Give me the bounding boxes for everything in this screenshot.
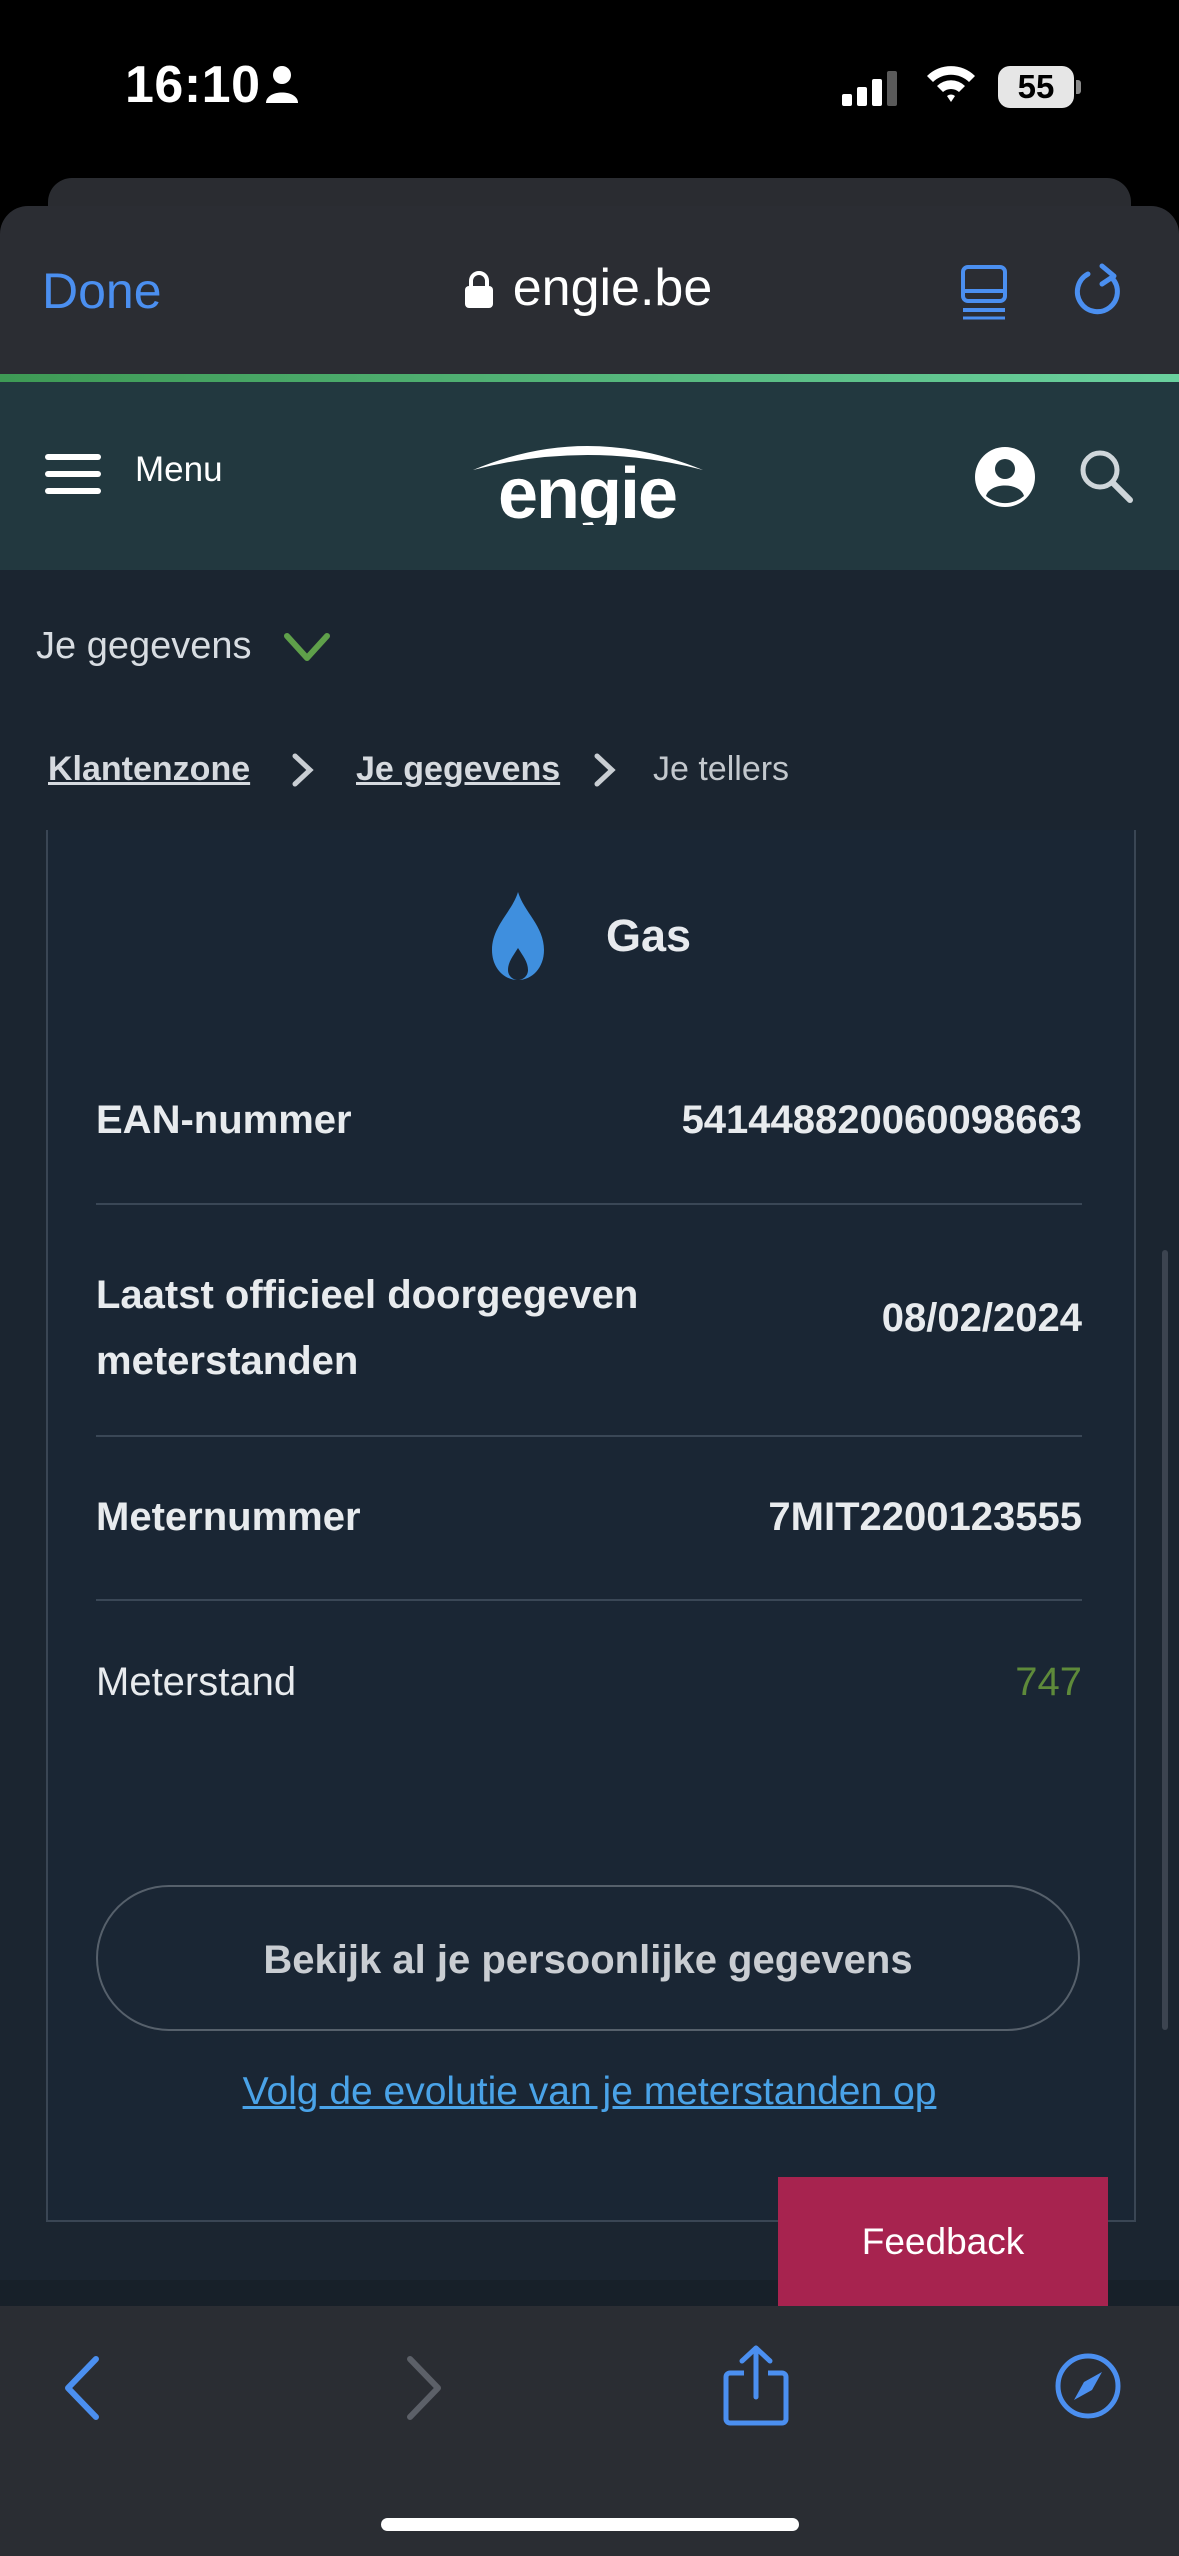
lock-icon [464,271,494,314]
svg-text:engie: engie [498,454,676,525]
reload-icon[interactable] [1072,262,1126,325]
meterstand-value: 747 [1015,1660,1082,1704]
breadcrumb-je-gegevens[interactable]: Je gegevens [356,750,560,789]
compass-icon[interactable] [1054,2352,1122,2425]
breadcrumb-klantenzone[interactable]: Klantenzone [48,750,250,789]
feedback-button[interactable]: Feedback [778,2177,1108,2307]
person-icon [265,65,299,108]
meterstand-label: Meterstand [96,1660,297,1704]
battery-indicator: 55 [998,66,1074,108]
status-time: 16:10 [125,56,261,114]
reader-mode-icon[interactable] [960,264,1008,325]
divider [96,1203,1082,1205]
scrollbar[interactable] [1162,1250,1168,2030]
ean-label: EAN-nummer [96,1098,352,1142]
menu-label[interactable]: Menu [135,450,223,490]
engie-logo[interactable]: engie [465,430,710,534]
divider [96,1435,1082,1437]
view-all-details-button[interactable]: Bekijk al je persoonlijke gegevens [96,1885,1080,2031]
home-indicator[interactable] [381,2518,799,2531]
share-icon[interactable] [722,2345,790,2432]
battery-tip [1076,80,1081,94]
last-reading-label-line1: Laatst officieel doorgegeven [96,1273,639,1317]
account-icon[interactable] [974,446,1036,513]
last-reading-label-line2: meterstanden [96,1339,359,1383]
gas-flame-icon [490,890,546,987]
divider [96,1599,1082,1601]
breadcrumb-chevron-icon [593,752,617,797]
breadcrumb: Klantenzone Je gegevens Je tellers [48,750,848,800]
section-dropdown[interactable]: Je gegevens [36,625,252,668]
url-text: engie.be [512,259,713,317]
back-icon[interactable] [62,2355,102,2426]
search-icon[interactable] [1078,448,1134,509]
last-reading-label: Laatst officieel doorgegeven meterstande… [96,1262,638,1394]
cellular-signal-icon [842,70,900,111]
forward-icon[interactable] [404,2355,444,2426]
wifi-icon [925,62,977,109]
meter-number-label: Meternummer [96,1495,361,1539]
hamburger-menu-icon[interactable] [45,452,103,501]
last-reading-date: 08/02/2024 [881,1296,1082,1340]
chevron-down-icon[interactable] [283,630,331,669]
breadcrumb-chevron-icon [291,752,315,797]
meter-evolution-link[interactable]: Volg de evolutie van je meterstanden op [0,2070,1179,2114]
card-title: Gas [606,910,692,961]
meter-number-value: 7MIT2200123555 [768,1495,1082,1539]
breadcrumb-current: Je tellers [653,750,790,788]
ean-value: 541448820060098663 [681,1098,1082,1142]
page-load-bar [0,374,1179,382]
